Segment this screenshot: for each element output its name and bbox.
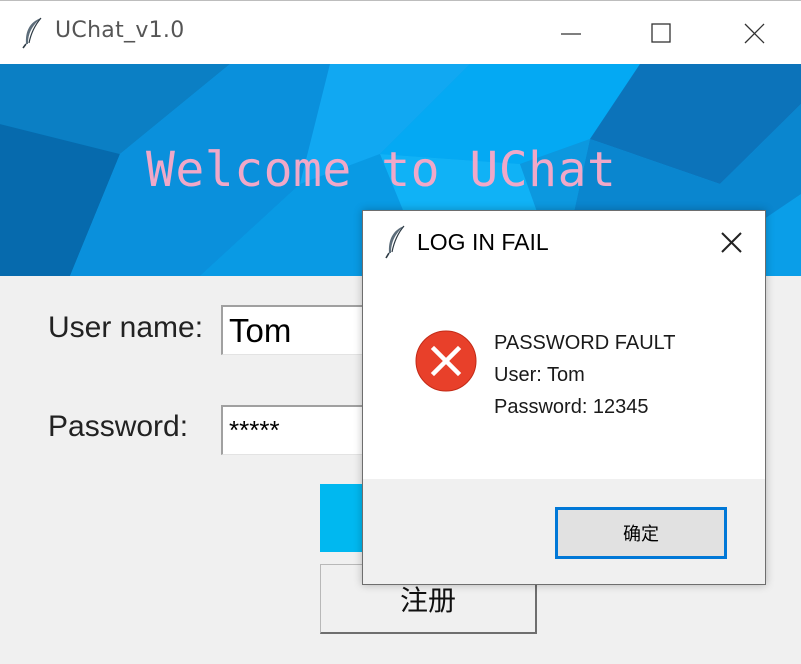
error-message-line: User: Tom <box>494 364 585 386</box>
error-icon <box>415 330 477 392</box>
password-input[interactable] <box>221 405 381 455</box>
password-label: Password: <box>48 410 189 443</box>
feather-icon <box>385 225 405 259</box>
minimize-icon <box>561 33 581 35</box>
close-button[interactable] <box>709 1 801 65</box>
window-title: UChat_v1.0 <box>55 18 185 43</box>
main-window: UChat_v1.0 Welcome to UChat User name: T… <box>0 0 801 664</box>
maximize-button[interactable] <box>617 1 709 65</box>
username-input[interactable] <box>221 305 381 355</box>
error-message-line: PASSWORD FAULT <box>494 332 676 354</box>
title-bar[interactable]: UChat_v1.0 <box>0 0 801 64</box>
banner-title: Welcome to UChat <box>146 142 617 198</box>
feather-icon <box>22 17 42 49</box>
minimize-button[interactable] <box>525 1 617 65</box>
ok-button[interactable]: 确定 <box>555 507 727 559</box>
error-message-line: Password: 12345 <box>494 396 649 418</box>
dialog-close-button[interactable] <box>708 223 756 261</box>
close-icon <box>721 232 742 253</box>
maximize-icon <box>651 23 671 43</box>
close-icon <box>744 23 765 44</box>
dialog-title: LOG IN FAIL <box>417 229 549 255</box>
login-fail-dialog: LOG IN FAIL PASSWORD FAULT User: Tom Pas… <box>362 210 766 585</box>
username-label: User name: <box>48 311 204 344</box>
